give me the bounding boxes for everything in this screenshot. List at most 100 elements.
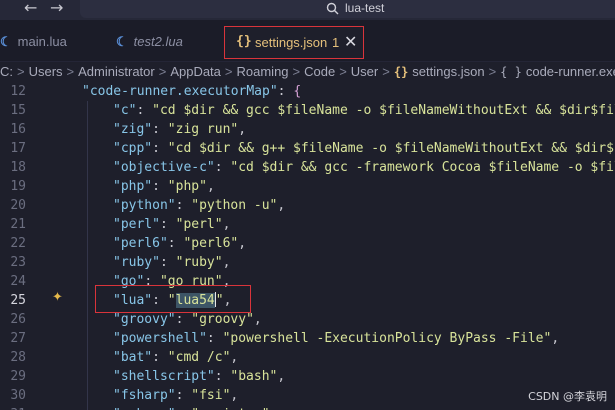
breadcrumb-item[interactable]: AppData [170, 64, 221, 79]
problems-count-badge: 1 [332, 35, 340, 50]
code-line[interactable]: 16 "zig": "zig run", [0, 120, 615, 139]
json-key: "shellscript" [113, 369, 215, 384]
code-text: "python": "python -u", [113, 198, 286, 213]
json-value: "php" [167, 179, 207, 194]
code-line[interactable]: 30 "fsharp": "fsi", [0, 386, 615, 405]
json-key: "groovy" [113, 312, 176, 327]
command-center-label[interactable]: lua-test [345, 1, 384, 15]
breadcrumb-symbol[interactable]: code-runner.execu [526, 64, 615, 79]
json-value: "perl6" [183, 236, 239, 251]
breadcrumb-item[interactable]: Code [304, 64, 335, 79]
code-text: "powershell": "powershell -ExecutionPoli… [113, 331, 560, 346]
tab-label: settings.json [255, 35, 328, 50]
chevron-right-icon: > [66, 64, 75, 79]
code-line[interactable]: 20 "python": "python -u", [0, 196, 615, 215]
json-value: "ruby" [175, 255, 223, 270]
code-line[interactable]: 27 "powershell": "powershell -ExecutionPo… [0, 329, 615, 348]
json-value: "bash" [230, 369, 278, 384]
json-key: "php" [113, 179, 153, 194]
line-number: 25 [10, 293, 26, 308]
code-text: "zig": "zig run", [113, 122, 247, 137]
braces-icon: {} [393, 65, 409, 79]
breadcrumb: C: > Users > Administrator > AppData > Roaming > C… [0, 62, 615, 82]
line-number: 21 [10, 217, 26, 232]
json-key: "ruby" [113, 255, 160, 270]
code-line[interactable]: 15 "c": "cd $dir && gcc $fileName -o $fil… [0, 101, 615, 120]
breadcrumb-item[interactable]: Roaming [237, 64, 289, 79]
line-number: 20 [10, 198, 26, 213]
code-line[interactable]: 28 "bat": "cmd /c", [0, 348, 615, 367]
lua-icon: ☾ [0, 34, 12, 49]
chevron-right-icon: > [382, 64, 390, 79]
code-line[interactable]: 19 "php": "php", [0, 177, 615, 196]
json-value: { [293, 84, 302, 99]
line-number: 23 [10, 255, 26, 270]
breadcrumb-file[interactable]: settings.json [412, 64, 484, 79]
code-line[interactable]: 31 "csharp": "scriptcs", [0, 405, 615, 410]
line-number: 15 [10, 103, 26, 118]
json-key: "perl" [113, 217, 160, 232]
chevron-right-icon: > [339, 64, 347, 79]
line-number: 24 [10, 274, 26, 289]
line-number: 22 [10, 236, 26, 251]
code-text: "csharp": "scriptcs", [113, 405, 277, 410]
code-text: "cpp": "cd $dir && g++ $fileName -o $fil… [113, 139, 615, 158]
line-number: 12 [10, 84, 26, 99]
code-text: "php": "php", [113, 179, 215, 194]
code-text: "perl6": "perl6", [113, 236, 247, 251]
breadcrumb-item[interactable]: C: [0, 64, 13, 79]
code-text: "perl": "perl", [113, 217, 231, 232]
code-text: "ruby": "ruby", [113, 255, 231, 270]
json-value: "perl" [175, 217, 223, 232]
code-line[interactable]: 18 "objective-c": "cd $dir && gcc -framew… [0, 158, 615, 177]
code-line[interactable]: 25"lua": "lua54","lua54" [0, 291, 615, 310]
tab-test2-lua[interactable]: ☾ test2.lua [116, 34, 183, 56]
code-line[interactable]: 12 "code-runner.executorMap": { [0, 82, 615, 101]
json-key: "cpp" [113, 141, 153, 156]
code-line[interactable]: 24 "go": "go run", [0, 272, 615, 291]
code-text: "shellscript": "bash", [113, 369, 286, 384]
code-editor[interactable]: 12 "code-runner.executorMap": {15 "c": "cd… [0, 82, 615, 410]
code-text: "bat": "cmd /c", [113, 350, 239, 365]
json-key: "objective-c" [113, 160, 215, 175]
line-number: 26 [10, 312, 26, 327]
title-bar: ← → lua-test [0, 0, 615, 20]
tab-main-lua[interactable]: ☾ main.lua [0, 34, 67, 56]
line-number: 30 [10, 388, 26, 403]
breadcrumb-item[interactable]: Users [29, 64, 63, 79]
json-value: "cd $dir && gcc -framework Cocoa $fileNa… [230, 160, 615, 175]
code-line[interactable]: 21 "perl": "perl", [0, 215, 615, 234]
object-icon: { } [500, 65, 522, 79]
line-number: 28 [10, 350, 26, 365]
code-line[interactable]: 29 "shellscript": "bash", [0, 367, 615, 386]
json-value: "cd $dir && gcc $fileName -o $fileNameWi… [152, 103, 615, 118]
sparkle-icon[interactable]: ✦ [52, 290, 63, 305]
code-line[interactable]: 17 "cpp": "cd $dir && g++ $fileName -o $f… [0, 139, 615, 158]
json-key: "perl6" [113, 236, 168, 251]
json-value: "cd $dir && g++ $fileName -o $fileNameWi… [167, 141, 615, 156]
breadcrumb-item[interactable]: Administrator [78, 64, 155, 79]
chevron-right-icon: > [292, 64, 301, 79]
chevron-right-icon: > [17, 64, 25, 79]
line-number: 27 [10, 331, 26, 346]
tab-label: test2.lua [133, 34, 183, 49]
tab-settings-json[interactable]: {} settings.json 1 ✕ [224, 26, 364, 59]
close-icon[interactable]: ✕ [344, 32, 357, 51]
json-key: "c" [113, 103, 137, 118]
arrow-left-icon[interactable]: ← [24, 0, 37, 18]
json-value: "cmd /c" [167, 350, 231, 365]
chevron-right-icon: > [224, 64, 233, 79]
code-line[interactable]: 26 "groovy": "groovy", [0, 310, 615, 329]
json-key: "python" [113, 198, 176, 213]
tab-label: main.lua [17, 34, 67, 49]
chevron-right-icon: > [488, 64, 497, 79]
code-text: "fsharp": "fsi", [113, 388, 239, 403]
arrow-right-icon[interactable]: → [50, 0, 63, 18]
json-key: "code-runner.executorMap" [82, 84, 278, 99]
search-icon [326, 2, 339, 15]
code-text: "objective-c": "cd $dir && gcc -framewor… [113, 158, 615, 177]
code-line[interactable]: 23 "ruby": "ruby", [0, 253, 615, 272]
json-value: "powershell -ExecutionPolicy ByPass -Fil… [222, 331, 552, 346]
code-line[interactable]: 22 "perl6": "perl6", [0, 234, 615, 253]
breadcrumb-item[interactable]: User [351, 64, 378, 79]
